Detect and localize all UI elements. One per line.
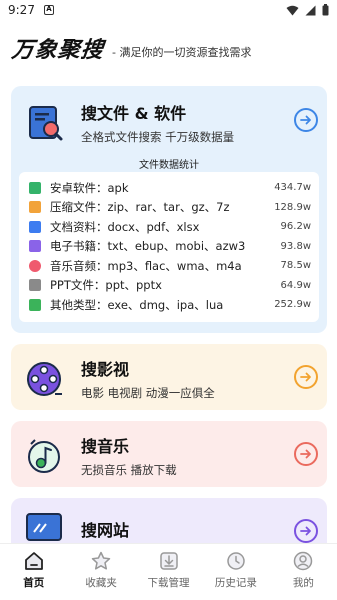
music-file-icon xyxy=(29,259,41,272)
history-icon xyxy=(227,552,245,570)
search-files-card[interactable]: 搜文件 & 软件 全格式文件搜索 千万级数据量 文件数据统计 安卓软件：apk … xyxy=(11,86,327,333)
stats-count: 252.9w xyxy=(274,299,311,311)
battery-icon xyxy=(322,4,329,16)
web-go-button[interactable] xyxy=(294,519,318,543)
files-card-subtitle: 全格式文件搜索 千万级数据量 xyxy=(81,130,235,144)
wifi-icon xyxy=(286,5,299,15)
stats-name: 音乐音频：mp3、flac、wma、m4a xyxy=(50,258,242,273)
android-icon xyxy=(29,181,41,194)
video-card-subtitle: 电影 电视剧 动漫一应俱全 xyxy=(81,386,215,400)
stats-name: PPT文件：ppt、pptx xyxy=(50,278,162,293)
signal-icon xyxy=(305,5,316,15)
stats-count: 96.2w xyxy=(280,221,311,233)
monitor-icon xyxy=(26,513,62,541)
stats-count: 78.5w xyxy=(280,260,311,272)
nav-item-favorites[interactable]: 收藏夹 xyxy=(67,544,134,600)
nav-item-history[interactable]: 历史记录 xyxy=(202,544,269,600)
arrow-right-icon xyxy=(300,115,311,125)
search-website-card[interactable]: 搜网站 xyxy=(11,498,327,543)
web-card-title: 搜网站 xyxy=(81,521,130,540)
stats-row: 压缩文件：zip、rar、tar、gz、7z 128.9w xyxy=(29,198,311,218)
arrow-right-icon xyxy=(300,526,311,536)
profile-icon xyxy=(294,551,313,571)
star-icon xyxy=(91,551,111,570)
nav-item-profile[interactable]: 我的 xyxy=(270,544,337,600)
archive-icon xyxy=(29,201,41,214)
stats-row: 文档资料：docx、pdf、xlsx 96.2w xyxy=(29,217,311,237)
video-go-button[interactable] xyxy=(294,365,318,389)
stats-name: 安卓软件：apk xyxy=(50,180,129,195)
stats-count: 128.9w xyxy=(274,201,311,213)
arrow-right-icon xyxy=(300,449,311,459)
stats-name: 电子书籍：txt、ebup、mobi、azw3 xyxy=(50,239,246,254)
music-go-button[interactable] xyxy=(294,442,318,466)
nav-item-home[interactable]: 首页 xyxy=(0,544,67,600)
nav-label: 收藏夹 xyxy=(85,577,117,589)
app-header: 万象聚搜 - 满足你的一切资源查找需求 xyxy=(10,34,252,64)
search-music-card[interactable]: 搜音乐 无损音乐 播放下载 xyxy=(11,421,327,487)
music-note-icon xyxy=(28,438,60,473)
book-icon xyxy=(29,240,41,253)
other-file-icon xyxy=(29,298,41,311)
stats-row: PPT文件：ppt、pptx 64.9w xyxy=(29,276,311,296)
stats-count: 64.9w xyxy=(280,279,311,291)
stats-title: 文件数据统计 xyxy=(139,160,199,171)
files-go-button[interactable] xyxy=(294,108,318,132)
nav-label: 下载管理 xyxy=(147,577,190,589)
search-video-card[interactable]: 搜影视 电影 电视剧 动漫一应俱全 xyxy=(11,344,327,410)
nav-label: 历史记录 xyxy=(214,577,257,589)
film-reel-icon xyxy=(27,361,62,396)
file-stats-list: 安卓软件：apk 434.7w 压缩文件：zip、rar、tar、gz、7z 1… xyxy=(19,172,319,322)
video-card-title: 搜影视 xyxy=(81,360,130,379)
word-doc-icon xyxy=(29,220,41,233)
download-icon xyxy=(159,552,178,570)
stats-count: 93.8w xyxy=(280,240,311,252)
arrow-right-icon xyxy=(300,372,311,382)
notification-icon: A xyxy=(44,5,54,15)
ppt-icon xyxy=(29,279,41,292)
app-slogan: - 满足你的一切资源查找需求 xyxy=(112,46,252,59)
stats-row: 其他类型：exe、dmg、ipa、lua 252.9w xyxy=(29,295,311,315)
nav-item-downloads[interactable]: 下载管理 xyxy=(135,544,202,600)
stats-row: 电子书籍：txt、ebup、mobi、azw3 93.8w xyxy=(29,237,311,257)
app-logo: 万象聚搜 xyxy=(10,38,106,63)
home-icon xyxy=(24,552,43,570)
stats-row: 音乐音频：mp3、flac、wma、m4a 78.5w xyxy=(29,256,311,276)
files-card-title: 搜文件 & 软件 xyxy=(81,104,187,123)
music-card-subtitle: 无损音乐 播放下载 xyxy=(81,463,177,477)
stats-row: 安卓软件：apk 434.7w xyxy=(29,178,311,198)
bottom-nav: 首页 收藏夹 下载管理 历史记录 我的 xyxy=(0,543,337,600)
stats-name: 文档资料：docx、pdf、xlsx xyxy=(50,219,200,234)
status-time: 9:27 xyxy=(8,3,35,17)
stats-name: 压缩文件：zip、rar、tar、gz、7z xyxy=(50,200,230,215)
music-card-title: 搜音乐 xyxy=(81,437,130,456)
stats-name: 其他类型：exe、dmg、ipa、lua xyxy=(50,297,224,312)
nav-label: 我的 xyxy=(292,577,314,589)
stats-count: 434.7w xyxy=(274,182,311,194)
status-bar: 9:27 A xyxy=(0,0,337,22)
system-icons xyxy=(286,4,329,16)
nav-label: 首页 xyxy=(23,577,45,589)
file-search-icon xyxy=(29,105,63,140)
